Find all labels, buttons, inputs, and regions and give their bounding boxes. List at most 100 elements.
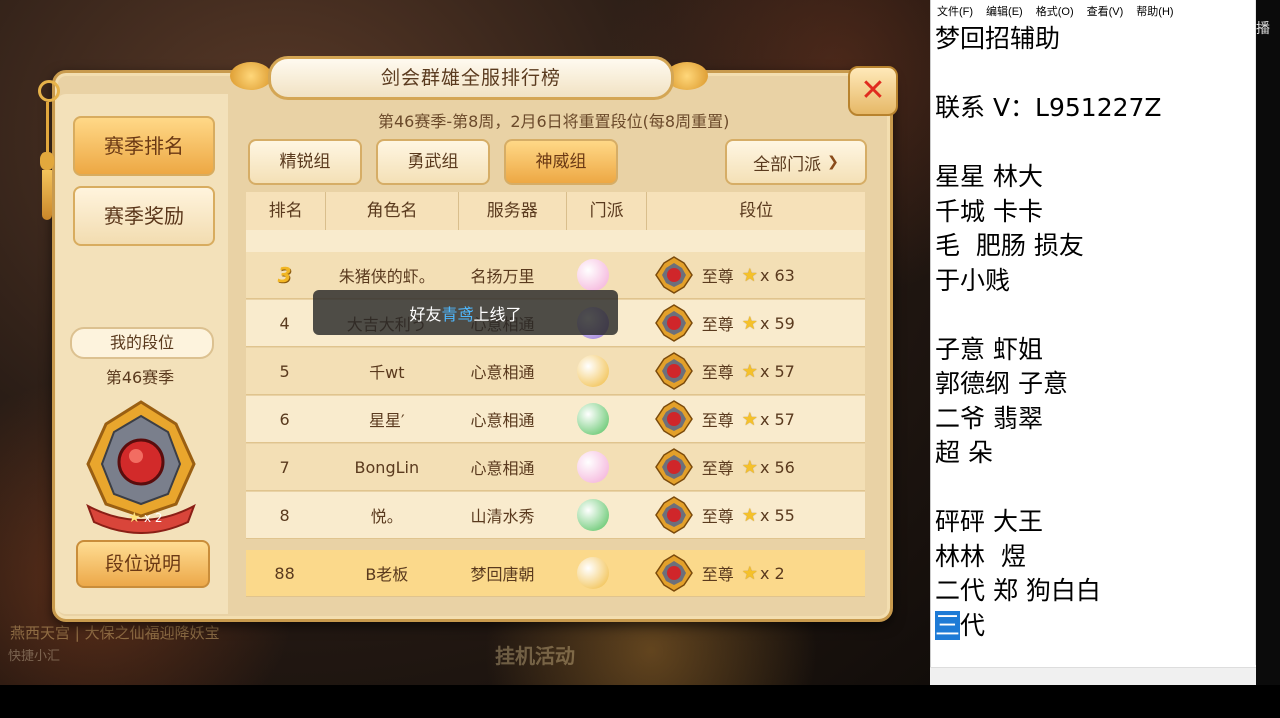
menu-help[interactable]: 帮助(H)	[1136, 3, 1173, 19]
role-name-cell: 千wt	[369, 363, 405, 382]
server-cell: 心意相通	[470, 411, 535, 430]
tab-season-rewards[interactable]: 赛季奖励	[73, 186, 215, 246]
sect-cell	[555, 403, 632, 435]
server-cell: 心意相通	[470, 459, 535, 478]
text-line: 砰砰 大王	[935, 507, 1043, 536]
star-icon: ★	[741, 504, 758, 526]
tier-cell: 至尊 ★ x 57	[632, 399, 865, 439]
star-count: ★ x 59	[742, 313, 795, 334]
star-value: x 57	[759, 409, 795, 429]
tab-season-ranking[interactable]: 赛季排名	[73, 116, 215, 176]
close-button[interactable]: ✕	[848, 66, 898, 116]
close-icon: ✕	[860, 73, 886, 108]
rank-cell: 8	[279, 505, 290, 525]
star-icon: ★	[741, 456, 758, 478]
star-icon: ★	[741, 360, 758, 382]
group-tab-elite[interactable]: 精锐组	[248, 139, 362, 185]
table-row[interactable]: 5 千wt 心意相通 至尊 ★ x 57	[246, 348, 865, 395]
toast-suffix: 上线了	[473, 304, 522, 324]
season-info-text: 第46赛季-第8周，2月6日将重置段位(每8周重置)	[378, 112, 730, 131]
server-cell: 梦回唐朝	[470, 565, 535, 584]
sect-gold-icon	[577, 355, 610, 387]
background-chat-text: 燕西天宫 | 大保之仙福迎降妖宝	[10, 624, 220, 642]
tier-cell: 至尊 ★ x 63	[632, 255, 865, 295]
header-sect: 门派	[567, 192, 648, 230]
supreme-tier-icon	[654, 496, 693, 534]
tier-cell: 至尊 ★ x 59	[632, 303, 865, 343]
corner-mark: 播	[1256, 21, 1270, 37]
game-window: 燕西天宫 | 大保之仙福迎降妖宝 快捷小汇 挂机活动 剑会群雄全服排行榜 ✕ 赛…	[0, 0, 930, 685]
role-name-cell: BongLin	[354, 457, 420, 477]
group-tab-brave[interactable]: 勇武组	[376, 139, 490, 185]
text-line-rest: 代	[960, 610, 986, 640]
sect-gold-icon	[577, 557, 610, 589]
tier-name: 至尊	[701, 363, 734, 382]
star-icon: ★	[741, 264, 758, 286]
text-editor[interactable]: 梦回招辅助 联系 V：L951227Z 星星 林大 千城 卡卡毛 肥肠 损友 于小贱 子意…	[935, 22, 1162, 643]
tier-name: 至尊	[701, 507, 734, 526]
svg-text:★: ★	[128, 510, 141, 526]
my-season-label: 第46赛季	[105, 368, 175, 387]
chevron-down-icon: ❯	[827, 154, 839, 170]
rank-cell: 4	[279, 313, 290, 333]
text-line	[935, 57, 1162, 92]
sect-green-icon	[577, 403, 610, 435]
header-tier: 段位	[739, 201, 774, 221]
table-row[interactable]: 7 BongLin 心意相通 至尊 ★ x 56	[246, 444, 865, 491]
rank-cell: 6	[279, 409, 290, 429]
my-stars-count: x 2	[144, 511, 163, 525]
sect-filter-dropdown[interactable]: 全部门派 ❯	[725, 139, 867, 185]
supreme-tier-icon	[654, 448, 693, 486]
star-count: ★ x 57	[742, 361, 795, 382]
text-line: 联系 V：L951227Z	[935, 93, 1162, 122]
sect-cell	[555, 557, 632, 589]
rank-cell: 7	[279, 457, 290, 477]
text-line: 林林 煜	[935, 541, 1026, 571]
rank-cell: 88	[274, 563, 295, 583]
text-line: 子意 虾姐	[935, 334, 1043, 364]
star-icon: ★	[741, 312, 758, 334]
text-line: 郭德纲 子意	[935, 369, 1068, 398]
toast-prefix: 好友	[409, 304, 442, 324]
panel-title: 剑会群雄全服排行榜	[268, 56, 674, 100]
star-icon: ★	[741, 562, 758, 584]
bottom-bar	[0, 685, 1280, 718]
text-line: 二代 郑 狗白白	[935, 576, 1101, 605]
table-header: 排名 角色名 服务器 门派 段位	[246, 192, 865, 232]
text-line-last: 三代	[935, 609, 1162, 644]
menu-format[interactable]: 格式(O)	[1036, 3, 1074, 19]
rank-description-button[interactable]: 段位说明	[76, 540, 210, 588]
text-line: 二爷 翡翠	[935, 403, 1043, 433]
supreme-tier-icon	[654, 256, 693, 294]
sect-cell	[555, 355, 632, 387]
right-dark-strip	[1256, 0, 1280, 685]
server-cell: 名扬万里	[470, 267, 535, 286]
sect-cell	[555, 451, 632, 483]
tier-name: 至尊	[701, 315, 734, 334]
tier-cell: 至尊 ★ x 56	[632, 447, 865, 487]
menu-view[interactable]: 查看(V)	[1087, 3, 1124, 19]
supreme-tier-icon	[654, 400, 693, 438]
my-ranking-row[interactable]: 88 B老板 梦回唐朝 至尊 ★ x 2	[246, 550, 865, 597]
supreme-tier-icon	[654, 554, 693, 592]
text-line: 毛 肥肠 损友	[935, 231, 1084, 260]
horizontal-scrollbar[interactable]	[930, 667, 1258, 686]
star-count: ★ x 57	[742, 409, 795, 430]
my-rank-badge-icon: ★ x 2	[86, 400, 196, 534]
sect-cell	[555, 259, 632, 291]
menu-edit[interactable]: 编辑(E)	[986, 3, 1023, 19]
star-count: ★ x 55	[742, 505, 795, 526]
text-line: 超 朵	[935, 438, 993, 467]
tier-name: 至尊	[701, 565, 734, 584]
tier-name: 至尊	[701, 267, 734, 286]
table-row[interactable]: 6 星星′ 心意相通 至尊 ★ x 57	[246, 396, 865, 443]
menu-file[interactable]: 文件(F)	[937, 3, 973, 19]
supreme-tier-icon	[654, 352, 693, 390]
table-row[interactable]: 8 悦。 山清水秀 至尊 ★ x 55	[246, 492, 865, 539]
rank-cell: 5	[279, 361, 290, 381]
tier-cell: 至尊 ★ x 2	[632, 553, 865, 593]
tassel-ornament	[38, 80, 60, 225]
text-selection: 三	[935, 610, 961, 640]
tier-name: 至尊	[701, 411, 734, 430]
group-tab-divine[interactable]: 神威组	[504, 139, 618, 185]
